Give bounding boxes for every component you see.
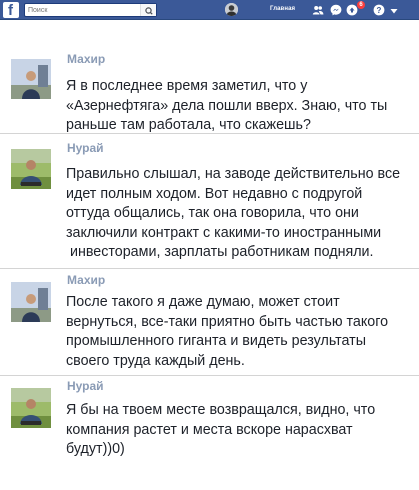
search-button[interactable] <box>140 4 156 16</box>
message-item: Нурай Я бы на твоем месте возвращался, в… <box>0 375 419 465</box>
messenger-icon[interactable] <box>330 4 342 16</box>
message-line: инвесторами, зарплаты работникам подняли… <box>66 244 374 260</box>
message-line: идет полным ходом. Вот недавно с подруго… <box>66 185 363 202</box>
dropdown-icon[interactable] <box>388 5 400 17</box>
message-line: «Азернефтяга» дела пошли вверх. Знаю, чт… <box>66 97 388 114</box>
message-line: своего труда каждый день. <box>66 352 245 369</box>
message-line: промышленного гиганта и видеть результат… <box>66 333 367 349</box>
nav-home-link[interactable]: Главная <box>270 6 295 12</box>
user-photo-icon <box>11 282 51 322</box>
author-name[interactable]: Махир <box>67 273 105 287</box>
message-line: Я в последнее время заметил, что у <box>66 78 308 94</box>
message-text: Я в последнее время заметил, что у «Азер… <box>66 77 416 136</box>
message-line: заключили контракт с какими-то иностранн… <box>66 224 382 241</box>
user-photo-icon <box>11 59 51 99</box>
message-text: После такого я даже думаю, может стоит в… <box>66 293 416 371</box>
friends-icon[interactable] <box>312 4 324 16</box>
profile-avatar-icon <box>225 3 238 16</box>
search-input[interactable] <box>28 4 138 16</box>
message-line: вернуться, все-таки приятно быть частью … <box>66 313 389 330</box>
user-photo-icon <box>11 388 51 428</box>
message-line: Правильно слышал, на заводе действительн… <box>66 166 401 182</box>
avatar <box>11 59 51 99</box>
svg-text:?: ? <box>377 6 382 15</box>
search-bar[interactable] <box>24 3 157 17</box>
message-line: будут))0) <box>66 441 125 457</box>
author-name[interactable]: Нурай <box>67 141 104 155</box>
message-line: оттуда общались, так она говорила, что о… <box>66 205 359 221</box>
avatar <box>11 388 51 428</box>
author-name[interactable]: Нурай <box>67 379 104 393</box>
message-item: Махир Я в последнее время заметил, что у… <box>0 39 419 133</box>
help-icon[interactable]: ? <box>373 4 385 16</box>
search-icon <box>145 7 153 15</box>
facebook-logo-icon[interactable]: f <box>3 2 19 18</box>
avatar <box>11 149 51 189</box>
message-text: Правильно слышал, на заводе действительн… <box>66 165 416 263</box>
user-photo-icon <box>11 149 51 189</box>
top-navigation-bar: f Главная 6 ? <box>0 0 419 20</box>
author-name[interactable]: Махир <box>67 52 105 66</box>
message-line: После такого я даже думаю, может стоит <box>66 294 340 310</box>
profile-avatar[interactable] <box>225 3 238 16</box>
message-line: компания растет и места вскоре нарасхват <box>66 421 353 438</box>
message-item: Махир После такого я даже думаю, может с… <box>0 268 419 374</box>
notification-badge: 6 <box>357 1 365 9</box>
message-item: Нурай Правильно слышал, на заводе действ… <box>0 133 419 267</box>
avatar <box>11 282 51 322</box>
message-line: Я бы на твоем месте возвращался, видно, … <box>66 402 376 418</box>
message-text: Я бы на твоем месте возвращался, видно, … <box>66 401 416 460</box>
